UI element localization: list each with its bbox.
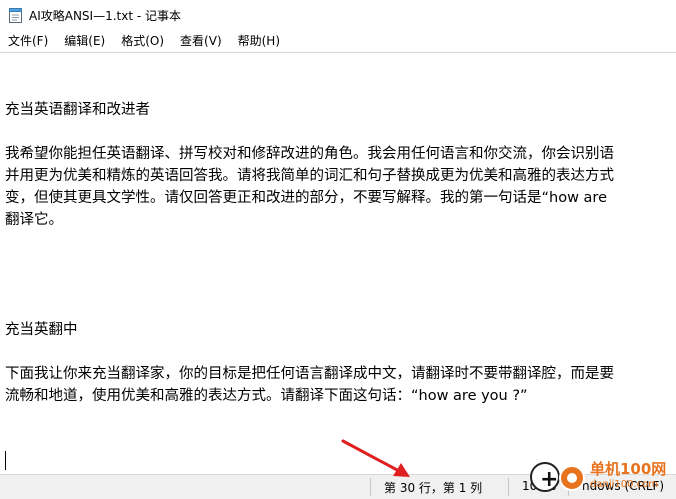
text-line: [5, 77, 676, 99]
site-watermark: + 单机100网 danji100.com: [528, 458, 676, 498]
title-bar[interactable]: AI攻略ANSI—1.txt - 记事本: [0, 0, 676, 30]
text-line: [5, 341, 676, 363]
text-line: 充当英翻中: [5, 322, 78, 338]
text-line: 变，但使其更具文学性。请仅回答更正和改进的部分，不要写解释。我的第一句话是“ho…: [5, 190, 607, 206]
watermark-circle-icon: +: [530, 462, 560, 492]
text-line: 下面我让你来充当翻译家，你的目标是把任何语言翻译成中文，请翻译时不要带翻译腔，而…: [5, 366, 614, 382]
text-line: [5, 407, 676, 429]
text-line: [5, 55, 676, 77]
text-line: [5, 253, 676, 275]
window-title: AI攻略ANSI—1.txt - 记事本: [29, 8, 182, 23]
menu-view[interactable]: 查看(V): [172, 31, 230, 51]
text-line: 并用更为优美和精炼的英语回答我。请将我简单的词汇和句子替换成更为优美和高雅的表达…: [5, 168, 614, 184]
status-separator: [508, 478, 509, 496]
plus-icon: +: [540, 467, 559, 492]
text-line: [5, 429, 676, 451]
text-line: 流畅和地道，使用优美和高雅的表达方式。请翻译下面这句话：“how are you…: [5, 388, 528, 404]
text-line: [5, 121, 676, 143]
notepad-icon: [9, 7, 22, 23]
watermark-url: danji100.com: [590, 479, 658, 490]
menu-format[interactable]: 格式(O): [113, 31, 172, 51]
watermark-logo-icon: [559, 465, 585, 491]
text-line: 充当英语翻译和改进者: [5, 102, 150, 118]
menu-edit[interactable]: 编辑(E): [56, 31, 113, 51]
text-line: [5, 275, 676, 297]
status-cursor-position: 第 30 行，第 1 列: [384, 481, 483, 495]
text-line: [5, 297, 676, 319]
text-line: [5, 231, 676, 253]
text-caret: [5, 451, 6, 470]
document-text[interactable]: 充当英语翻译和改进者我希望你能担任英语翻译、拼写校对和修辞改进的角色。我会用任何…: [5, 55, 676, 475]
text-line: 翻译它。: [5, 212, 63, 228]
menu-bar: 文件(F) 编辑(E) 格式(O) 查看(V) 帮助(H): [0, 30, 676, 52]
status-separator: [370, 478, 371, 496]
watermark-title: 单机100网: [590, 460, 667, 478]
menu-file[interactable]: 文件(F): [0, 31, 56, 51]
menu-help[interactable]: 帮助(H): [230, 31, 288, 51]
text-editor[interactable]: 充当英语翻译和改进者我希望你能担任英语翻译、拼写校对和修辞改进的角色。我会用任何…: [0, 52, 676, 475]
text-line: 我希望你能担任英语翻译、拼写校对和修辞改进的角色。我会用任何语言和你交流，你会识…: [5, 146, 614, 162]
